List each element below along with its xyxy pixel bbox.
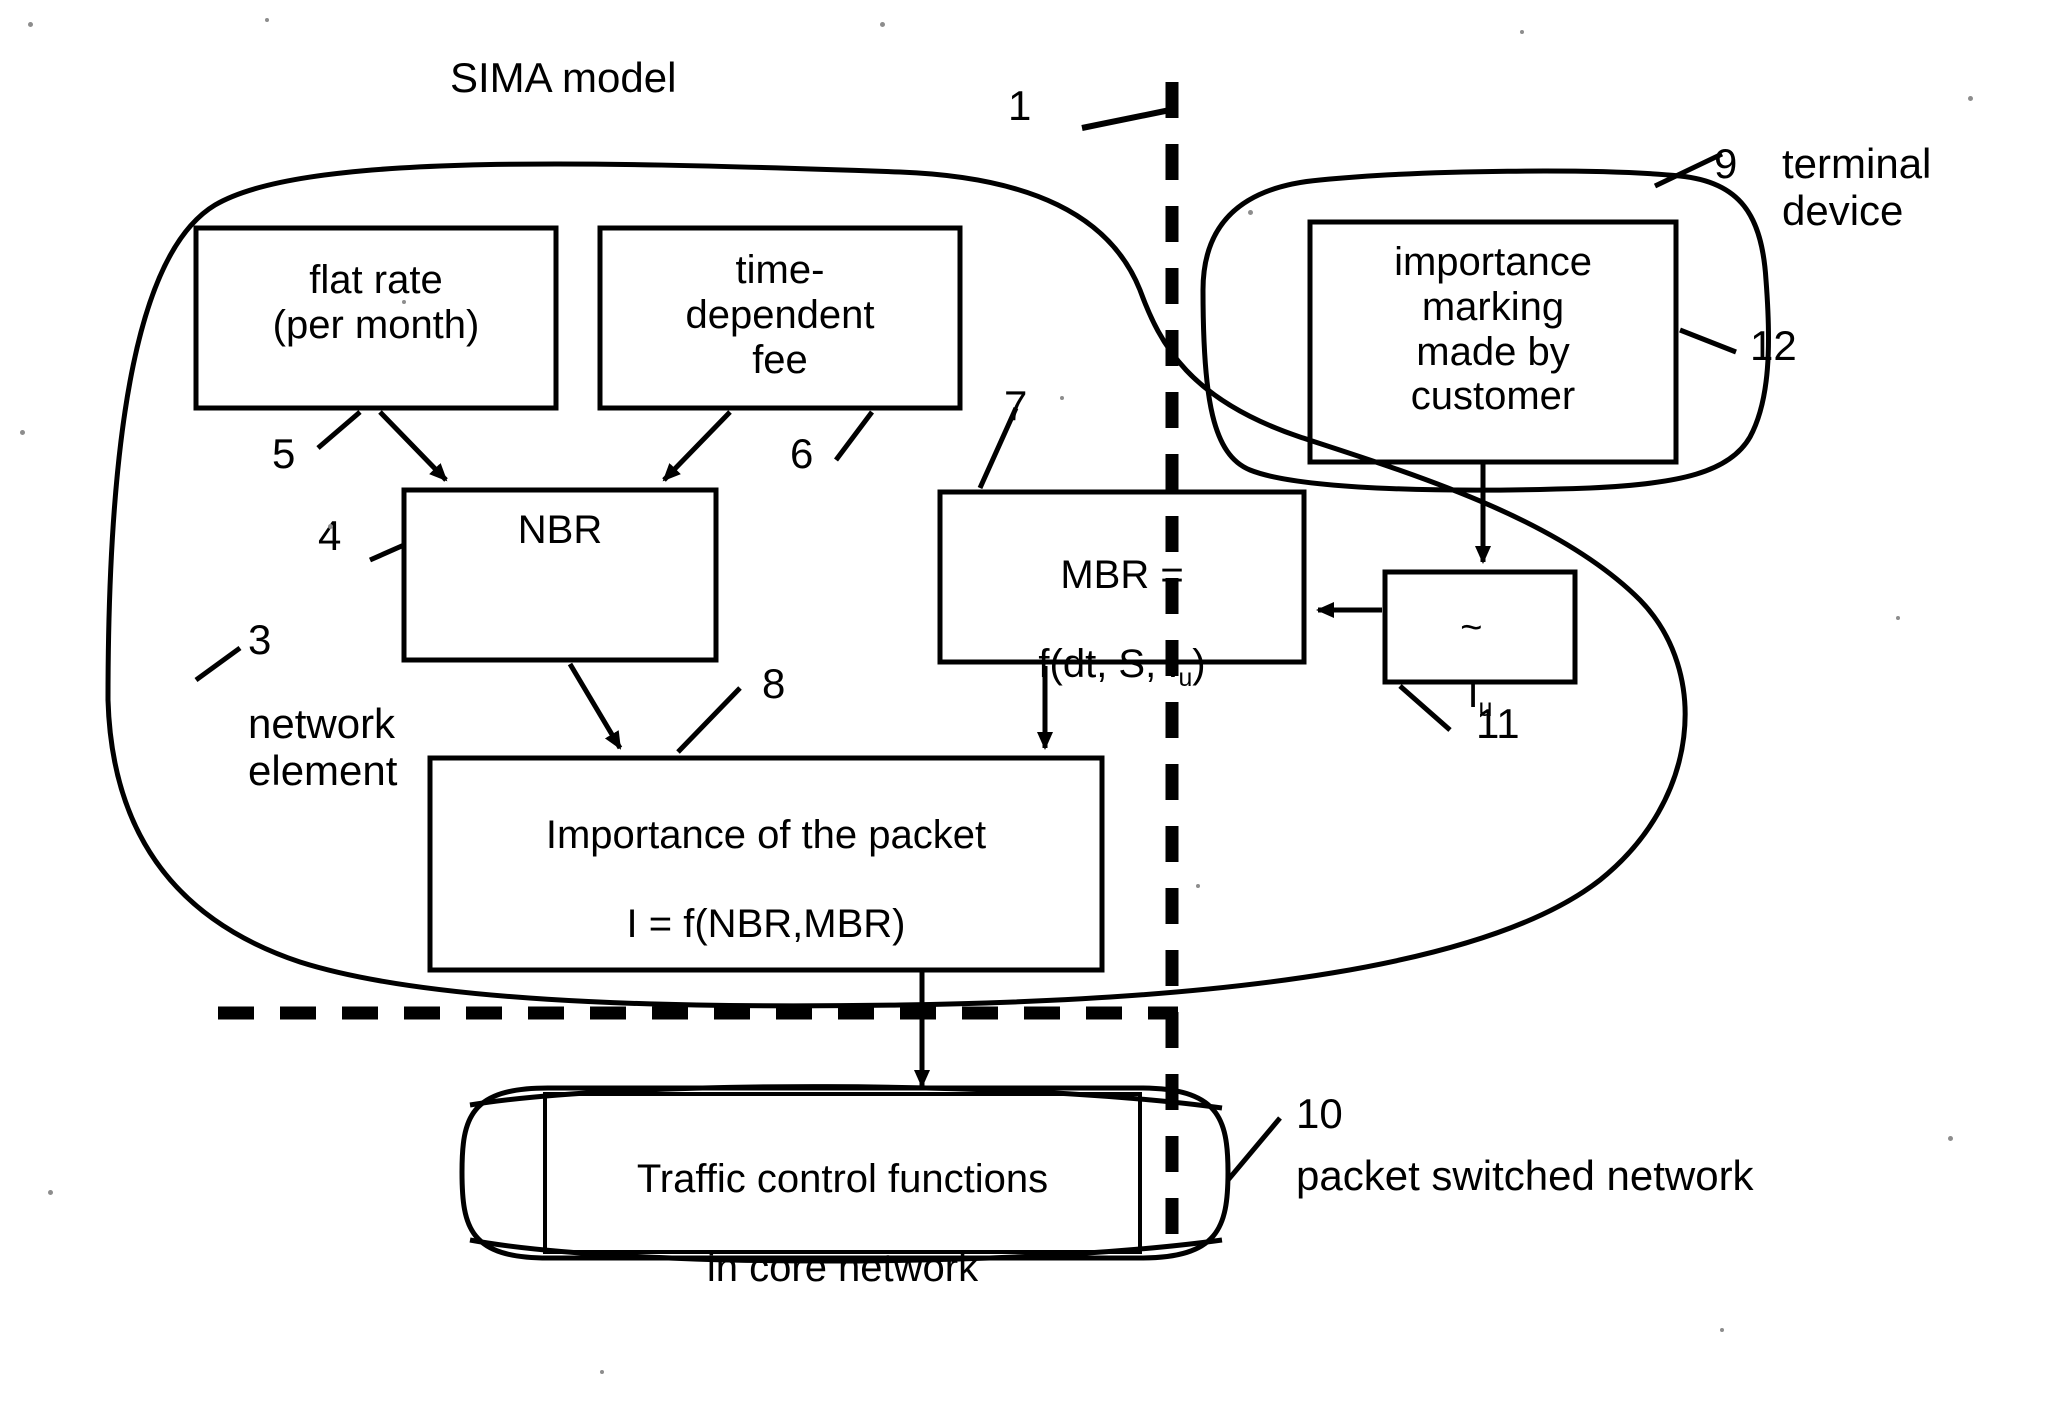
mbr-formula-line-2-suffix: ) bbox=[1192, 642, 1206, 687]
scan-speck bbox=[28, 22, 33, 27]
ref-label-1: 1 bbox=[1008, 82, 1032, 129]
traffic-control-line-2: in core network bbox=[706, 1246, 979, 1291]
terminal-device-region-label: terminal device bbox=[1782, 140, 1932, 235]
ref-label-6: 6 bbox=[790, 430, 814, 477]
flat-rate-box-label: flat rate (per month) bbox=[272, 258, 480, 347]
scan-speck bbox=[328, 524, 333, 529]
scan-speck bbox=[1520, 30, 1524, 34]
leader-line-3 bbox=[194, 645, 242, 683]
importance-of-packet-box-label: Importance of the packet I = f(NBR,MBR) bbox=[430, 768, 1102, 947]
packet-switched-network-region-label: packet switched network bbox=[1296, 1152, 1754, 1199]
leader-line-10 bbox=[1226, 1116, 1282, 1182]
scan-speck bbox=[1948, 1136, 1953, 1141]
arrow-flat-rate-to-nbr bbox=[378, 410, 448, 482]
importance-marking-box-label: importance marking made by customer bbox=[1394, 240, 1592, 419]
mbr-formula-subscript: u bbox=[1178, 665, 1193, 693]
scan-speck bbox=[1896, 616, 1900, 620]
scan-speck bbox=[20, 430, 25, 435]
mbr-formula-symbol: I bbox=[1167, 642, 1179, 687]
scan-speck bbox=[600, 1370, 604, 1374]
scan-speck bbox=[1968, 96, 1973, 101]
ref-label-10: 10 bbox=[1296, 1090, 1343, 1137]
arrow-nbr-to-importance bbox=[567, 662, 623, 750]
scan-speck bbox=[48, 1190, 53, 1195]
scan-speck bbox=[1196, 884, 1200, 888]
scan-speck bbox=[1248, 210, 1253, 215]
scan-speck bbox=[265, 18, 269, 22]
mbr-formula-line-2-prefix: f(dt, S, bbox=[1038, 642, 1157, 687]
importance-packet-line-2: I = f(NBR,MBR) bbox=[626, 902, 906, 947]
ref-label-8: 8 bbox=[762, 660, 786, 707]
time-dependent-fee-box-label: time- dependent fee bbox=[685, 248, 875, 382]
leader-line-8 bbox=[676, 686, 742, 754]
ref-label-4: 4 bbox=[318, 512, 342, 559]
ref-label-7: 7 bbox=[1004, 382, 1028, 429]
scan-speck bbox=[880, 22, 885, 27]
scan-speck bbox=[1060, 396, 1064, 400]
ref-label-11: 11 bbox=[1476, 700, 1520, 747]
figure-title: SIMA model bbox=[450, 54, 677, 101]
scan-speck bbox=[402, 300, 406, 304]
ref-label-5: 5 bbox=[272, 430, 296, 477]
mbr-box-label: MBR = f(dt, S, Iu) bbox=[940, 508, 1304, 693]
leader-line-12 bbox=[1679, 327, 1737, 355]
mbr-formula-line-1: MBR = bbox=[1060, 552, 1184, 597]
importance-packet-line-1: Importance of the packet bbox=[545, 812, 987, 857]
iu-tilde-accent: ~ bbox=[1460, 607, 1483, 650]
traffic-control-box-label: Traffic control functions in core networ… bbox=[545, 1112, 1140, 1291]
figure-canvas: SIMA model 1 flat rate (per month) time-… bbox=[0, 0, 2071, 1402]
leader-line-1 bbox=[1081, 107, 1171, 131]
ref-label-12: 12 bbox=[1750, 322, 1797, 369]
scan-speck bbox=[1720, 1328, 1724, 1332]
traffic-control-line-1: Traffic control functions bbox=[636, 1156, 1049, 1201]
ref-label-3: 3 bbox=[248, 616, 272, 663]
arrow-fee-to-nbr bbox=[662, 410, 732, 482]
nbr-box-label: NBR bbox=[517, 508, 603, 552]
ref-label-9: 9 bbox=[1714, 140, 1738, 187]
